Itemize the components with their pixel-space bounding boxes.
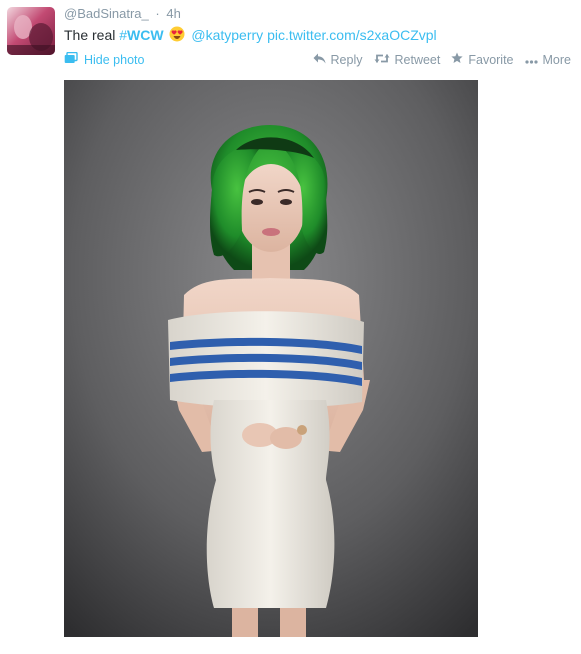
reply-label: Reply [330, 52, 363, 67]
star-icon [451, 52, 468, 67]
reply-icon [313, 53, 331, 67]
ellipsis-icon [524, 53, 543, 67]
tweet-photo[interactable] [64, 80, 478, 637]
hide-photo-label: Hide photo [84, 52, 145, 67]
favorite-button[interactable]: Favorite [451, 52, 514, 67]
tweet-text: The real #WCW @katyperry pic.twitter.com… [64, 26, 437, 45]
pic-link[interactable]: pic.twitter.com/s2xaOCZvpl [267, 27, 437, 43]
tweet-actions: Reply Retweet Favorite More [302, 52, 571, 67]
hide-photo-button[interactable]: Hide photo [64, 51, 145, 67]
retweet-label: Retweet [394, 52, 441, 67]
avatar[interactable] [7, 7, 55, 55]
username[interactable]: @BadSinatra_ [64, 6, 149, 21]
hashtag-text: WCW [127, 27, 164, 43]
hashtag-symbol: # [119, 27, 128, 43]
heart-eyes-emoji-icon [169, 26, 185, 45]
retweet-icon [374, 53, 395, 67]
tweet-header: @BadSinatra_ · 4h [64, 6, 181, 21]
favorite-label: Favorite [468, 52, 514, 67]
tweet: @BadSinatra_ · 4h The real #WCW @katyper… [0, 0, 581, 654]
retweet-button[interactable]: Retweet [374, 52, 441, 67]
separator: · [155, 6, 160, 21]
more-label: More [542, 52, 571, 67]
timestamp[interactable]: 4h [166, 6, 180, 21]
reply-button[interactable]: Reply [313, 53, 363, 67]
more-button[interactable]: More [524, 52, 571, 67]
hashtag-link[interactable]: #WCW [119, 27, 163, 43]
tweet-text-prefix: The real [64, 27, 116, 43]
photo-icon [64, 51, 84, 67]
mention-link[interactable]: @katyperry [191, 27, 263, 43]
